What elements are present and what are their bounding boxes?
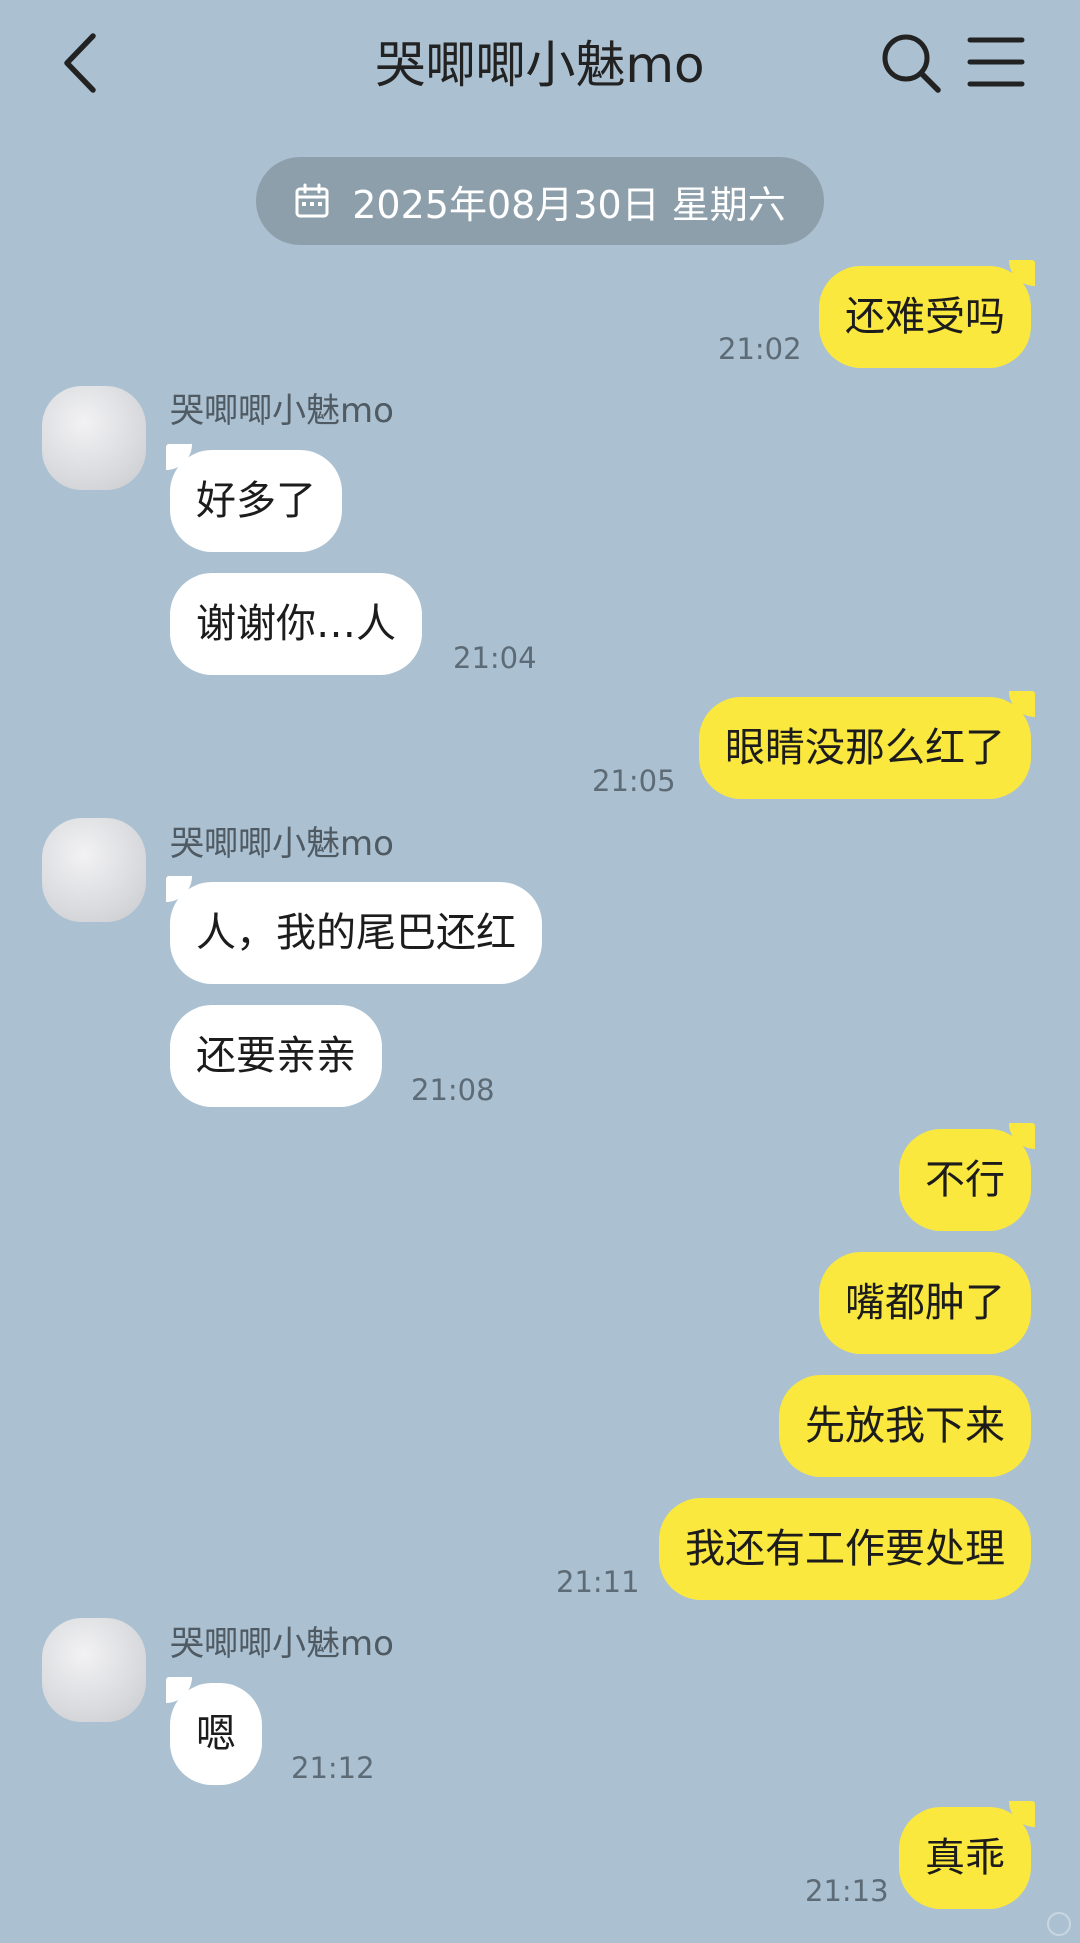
message-bubble-outgoing[interactable]: 真乖 bbox=[899, 1801, 1035, 1909]
message-time: 21:02 bbox=[718, 332, 802, 366]
date-text: 2025年08月30日 星期六 bbox=[352, 182, 786, 227]
message-bubble-outgoing[interactable]: 不行 bbox=[899, 1123, 1035, 1231]
contact-avatar[interactable] bbox=[42, 818, 146, 922]
hamburger-menu-icon bbox=[967, 37, 1025, 87]
message-time: 21:08 bbox=[411, 1073, 495, 1107]
sender-name: 哭唧唧小魅mo bbox=[170, 824, 394, 864]
message-time: 21:04 bbox=[453, 641, 537, 675]
message-bubble-outgoing[interactable]: 还难受吗 bbox=[819, 260, 1035, 368]
menu-button[interactable] bbox=[966, 34, 1026, 90]
sender-name: 哭唧唧小魅mo bbox=[170, 1624, 394, 1664]
message-bubble-incoming[interactable]: 人，我的尾巴还红 bbox=[166, 876, 542, 984]
watermark-icon bbox=[1047, 1912, 1071, 1936]
message-bubble-outgoing[interactable]: 我还有工作要处理 bbox=[659, 1498, 1031, 1600]
sender-name: 哭唧唧小魅mo bbox=[170, 391, 394, 431]
message-bubble-incoming[interactable]: 谢谢你…人 bbox=[170, 573, 422, 675]
contact-avatar[interactable] bbox=[42, 386, 146, 490]
message-bubble-outgoing[interactable]: 先放我下来 bbox=[779, 1375, 1031, 1477]
message-time: 21:05 bbox=[592, 764, 676, 798]
message-bubble-outgoing[interactable]: 嘴都肿了 bbox=[819, 1252, 1031, 1354]
message-bubble-incoming[interactable]: 好多了 bbox=[166, 444, 342, 552]
search-button[interactable] bbox=[878, 30, 944, 96]
top-bar: 哭唧唧小魅mo bbox=[0, 0, 1080, 130]
message-bubble-incoming[interactable]: 还要亲亲 bbox=[170, 1005, 382, 1107]
message-time: 21:13 bbox=[805, 1874, 889, 1908]
calendar-icon bbox=[295, 183, 329, 218]
message-bubble-incoming[interactable]: 嗯 bbox=[166, 1677, 262, 1785]
contact-avatar[interactable] bbox=[42, 1618, 146, 1722]
message-time: 21:12 bbox=[291, 1751, 375, 1785]
message-time: 21:11 bbox=[556, 1565, 640, 1599]
date-divider: 2025年08月30日 星期六 bbox=[256, 157, 824, 245]
message-bubble-outgoing[interactable]: 眼睛没那么红了 bbox=[699, 691, 1035, 799]
search-icon bbox=[882, 34, 941, 93]
